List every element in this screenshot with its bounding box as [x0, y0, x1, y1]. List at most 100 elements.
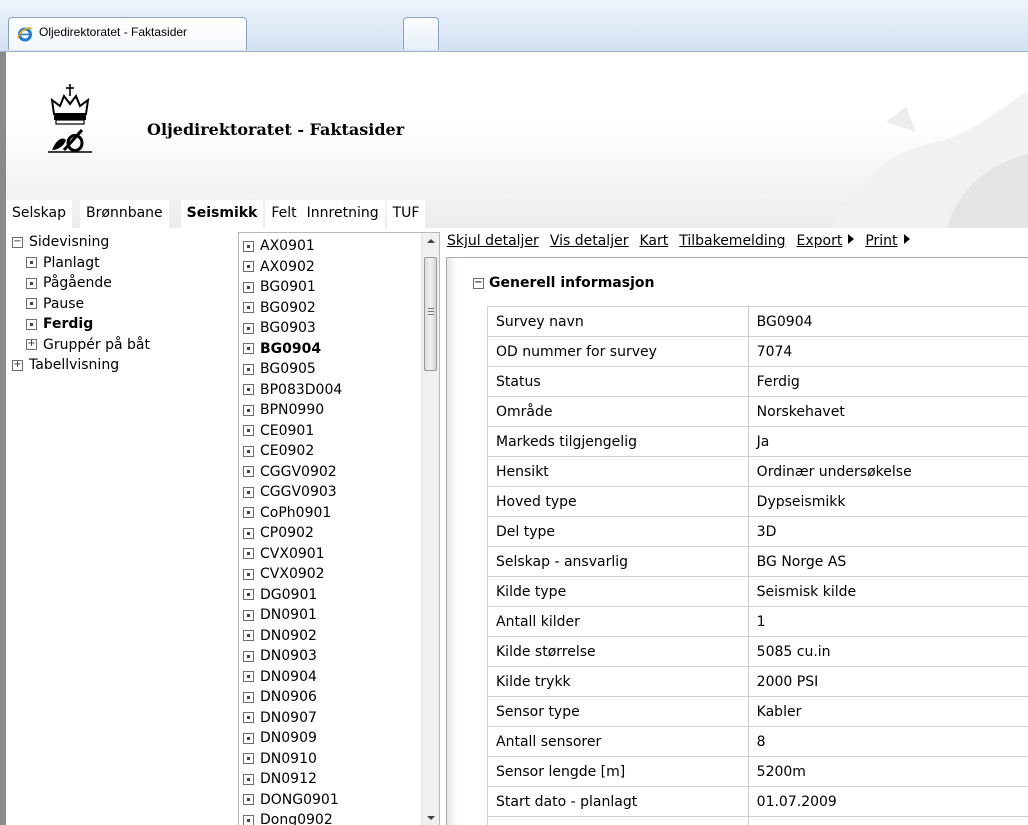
survey-list-item[interactable]: BP083D004 — [243, 380, 418, 401]
survey-label: BG0903 — [260, 320, 316, 337]
survey-list-item[interactable]: DN0903 — [243, 646, 418, 667]
field-label: Start dato - faktisk — [487, 816, 749, 825]
survey-list-item[interactable]: CE0901 — [243, 421, 418, 442]
tab-seismikk[interactable]: Seismikk — [180, 200, 264, 228]
survey-label: BPN0990 — [260, 402, 325, 419]
scroll-up-arrow-icon[interactable] — [422, 233, 439, 250]
field-label: Hensikt — [487, 456, 749, 487]
survey-list-item[interactable]: CP0902 — [243, 523, 418, 544]
scrollbar-thumb[interactable] — [424, 257, 437, 371]
field-value: 1 — [747, 606, 1028, 637]
survey-list-item[interactable]: CGGV0902 — [243, 462, 418, 483]
survey-list-item[interactable]: BG0901 — [243, 277, 418, 298]
survey-label: DN0912 — [260, 771, 317, 788]
field-label: Kilde størrelse — [487, 636, 749, 667]
expand-icon[interactable]: + — [26, 338, 37, 351]
browser-tab-title: Oljedirektoratet - Faktasider — [39, 25, 188, 39]
leaf-icon — [243, 343, 254, 355]
collapse-icon[interactable]: − — [12, 236, 23, 248]
tree-item-label: Tabellvisning — [29, 357, 120, 374]
tree-item-grupper[interactable]: + Gruppér på båt — [12, 335, 232, 356]
table-row: Kilde trykk 2000 PSI — [487, 666, 1028, 697]
tree-item-pause[interactable]: Pause — [12, 294, 232, 315]
survey-label: DN0910 — [260, 750, 317, 767]
survey-list-item[interactable]: DN0902 — [243, 626, 418, 647]
table-row: Start dato - planlagt 01.07.2009 — [487, 786, 1028, 817]
survey-list-item[interactable]: Dong0902 — [243, 810, 418, 825]
survey-label: DN0904 — [260, 668, 317, 685]
lion-watermark-icon — [830, 92, 1028, 228]
caret-right-icon — [903, 234, 910, 244]
section-header[interactable]: − Generell informasjon — [473, 275, 654, 291]
survey-label: CP0902 — [260, 525, 314, 542]
survey-list-item[interactable]: BG0905 — [243, 359, 418, 380]
leaf-icon — [243, 425, 254, 437]
survey-list-item[interactable]: CVX0901 — [243, 544, 418, 565]
survey-list-item[interactable]: DONG0901 — [243, 790, 418, 811]
survey-list-item[interactable]: DN0910 — [243, 749, 418, 770]
survey-list-item[interactable]: BG0902 — [243, 298, 418, 319]
field-value: 01.07.2009 — [747, 816, 1028, 825]
browser-tab[interactable]: Oljedirektoratet - Faktasider — [8, 17, 247, 50]
field-label: Sensor type — [487, 696, 749, 727]
leaf-icon — [26, 257, 37, 269]
table-row: Survey navn BG0904 — [487, 306, 1028, 337]
survey-label: BG0901 — [260, 279, 316, 296]
feedback-link[interactable]: Tilbakemelding — [679, 233, 785, 249]
tab-felt[interactable]: Felt — [265, 200, 303, 228]
field-label: Antall kilder — [487, 606, 749, 637]
scroll-down-arrow-icon[interactable] — [422, 809, 439, 825]
tab-selskap[interactable]: Selskap — [6, 200, 73, 228]
table-row: Status Ferdig — [487, 366, 1028, 397]
tree-item-pagaende[interactable]: Pågående — [12, 273, 232, 294]
survey-list-item[interactable]: CVX0902 — [243, 564, 418, 585]
survey-list-item[interactable]: DN0907 — [243, 708, 418, 729]
survey-list-item[interactable]: BG0904 — [243, 339, 418, 360]
hide-details-link[interactable]: Skjul detaljer — [447, 233, 539, 249]
tree-item-sidevisning[interactable]: − Sidevisning — [12, 232, 232, 253]
tab-tuf[interactable]: TUF — [386, 200, 426, 228]
caret-right-icon — [848, 234, 855, 244]
print-link[interactable]: Print — [865, 233, 897, 249]
tree-item-label: Planlagt — [43, 254, 100, 271]
survey-list-item[interactable]: DN0906 — [243, 687, 418, 708]
export-menu[interactable]: Export — [796, 233, 855, 249]
leaf-icon — [243, 261, 254, 273]
tab-innretning[interactable]: Innretning — [300, 200, 385, 228]
leaf-icon — [243, 281, 254, 293]
expand-icon[interactable]: + — [12, 359, 23, 371]
survey-list-item[interactable]: DN0909 — [243, 728, 418, 749]
table-row: Område Norskehavet — [487, 396, 1028, 427]
survey-list-item[interactable]: DN0901 — [243, 605, 418, 626]
field-label: Selskap - ansvarlig — [487, 546, 749, 577]
table-row: Antall kilder 1 — [487, 606, 1028, 637]
tab-bronnbane[interactable]: Brønnbane — [80, 200, 169, 228]
show-details-link[interactable]: Vis detaljer — [550, 233, 629, 249]
survey-label: CE0901 — [260, 422, 315, 439]
survey-list-item[interactable]: CoPh0901 — [243, 503, 418, 524]
survey-list-item[interactable]: CGGV0903 — [243, 482, 418, 503]
map-link[interactable]: Kart — [639, 233, 668, 249]
tree-item-ferdig[interactable]: Ferdig — [12, 314, 232, 335]
leaf-icon — [243, 363, 254, 375]
survey-list-item[interactable]: AX0901 — [243, 236, 418, 257]
print-menu[interactable]: Print — [865, 233, 910, 249]
table-row: Del type 3D — [487, 516, 1028, 547]
scrollbar[interactable] — [421, 233, 439, 825]
collapse-icon[interactable]: − — [473, 277, 484, 289]
tree-item-label: Ferdig — [43, 316, 94, 333]
survey-list-item[interactable]: DG0901 — [243, 585, 418, 606]
survey-list[interactable]: AX0901 AX0902 BG0901 BG0902 BG0903 BG0904 BG09… — [238, 232, 440, 825]
survey-list-item[interactable]: BPN0990 — [243, 400, 418, 421]
survey-list-item[interactable]: CE0902 — [243, 441, 418, 462]
field-value: Dypseismikk — [747, 486, 1028, 517]
export-link[interactable]: Export — [796, 233, 842, 249]
survey-list-item[interactable]: BG0903 — [243, 318, 418, 339]
new-tab-button[interactable] — [403, 17, 439, 50]
survey-label: CE0902 — [260, 443, 315, 460]
survey-list-item[interactable]: AX0902 — [243, 257, 418, 278]
tree-item-planlagt[interactable]: Planlagt — [12, 253, 232, 274]
survey-list-item[interactable]: DN0912 — [243, 769, 418, 790]
tree-item-tabellvisning[interactable]: + Tabellvisning — [12, 355, 232, 376]
survey-list-item[interactable]: DN0904 — [243, 667, 418, 688]
